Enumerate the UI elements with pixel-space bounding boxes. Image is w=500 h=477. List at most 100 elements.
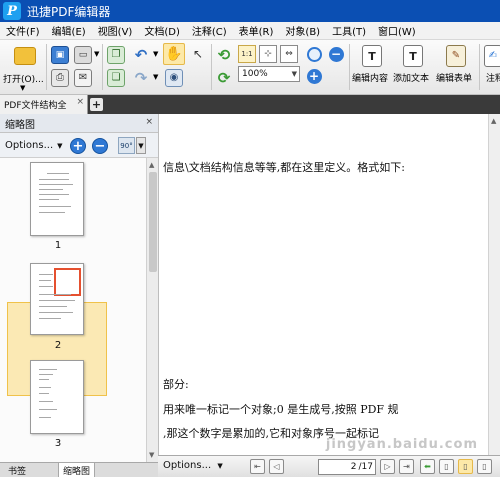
rotate-page-button[interactable]: 90° (118, 137, 135, 154)
open-button[interactable]: 打开(O)... ▼ (3, 44, 44, 92)
zoom-select[interactable]: 100% ▼ (238, 66, 300, 82)
document-scrollbar[interactable]: ▲ (488, 114, 500, 455)
menu-window[interactable]: 窗口(W) (372, 23, 422, 38)
menu-tools[interactable]: 工具(T) (326, 23, 372, 38)
cursor-select-icon: ↖ (192, 47, 204, 61)
go-back-button[interactable]: ⬅ (420, 459, 435, 474)
menu-object[interactable]: 对象(B) (279, 23, 326, 38)
annotate-icon: ✍ (484, 45, 500, 67)
actual-size-button[interactable]: 1:1 (238, 45, 256, 63)
camera-icon: ◉ (165, 69, 183, 87)
text-line (39, 393, 49, 394)
tab-document[interactable]: PDF文件结构全 × (0, 95, 88, 114)
thumbnail-scrollbar[interactable]: ▲ ▼ (146, 158, 158, 462)
text-line (47, 173, 69, 174)
scrollbar-thumb[interactable] (149, 172, 157, 272)
last-page-button[interactable]: ⇥ (399, 459, 414, 474)
page-number: 2 (54, 340, 62, 351)
status-options-button[interactable]: Options... ▼ (163, 460, 223, 471)
tab-thumbnails[interactable]: 缩略图 (58, 463, 96, 477)
print-button[interactable]: ⎙ (50, 68, 70, 88)
text-line (39, 286, 53, 287)
thumbnail-options-button[interactable]: Options... ▼ (5, 137, 63, 154)
menu-comment[interactable]: 注释(C) (186, 23, 233, 38)
save-icon: ▣ (51, 46, 69, 64)
page-thumbnail[interactable] (30, 263, 84, 335)
zoom-out-button[interactable]: − (327, 45, 345, 63)
zoom-in-button[interactable]: + (305, 67, 323, 85)
tab-bookmarks[interactable]: 书签 (4, 463, 30, 477)
close-icon[interactable]: × (76, 97, 84, 107)
text-line (39, 206, 71, 207)
chevron-down-icon[interactable]: ▼ (136, 137, 146, 154)
text-line (39, 212, 65, 213)
facing-view-button[interactable]: ▯ (477, 459, 492, 474)
page-thumbnail[interactable] (30, 162, 84, 236)
text-line (39, 409, 57, 410)
menu-view[interactable]: 视图(V) (92, 23, 139, 38)
document-tab-strip: PDF文件结构全 × + (0, 95, 500, 114)
fit-page-button[interactable]: ⊹ (259, 45, 277, 63)
save-button[interactable]: ▣ (50, 45, 70, 65)
single-page-view-button[interactable]: ▯ (439, 459, 454, 474)
document-view[interactable]: 信息\文档结构信息等等,都在这里定义。格式如下: 部分: 用来唯一标记一个对象;… (158, 114, 488, 455)
undo-icon: ↶ (134, 45, 148, 64)
next-page-button[interactable]: ▷ (380, 459, 395, 474)
edit-content-button[interactable]: T 编辑内容 (352, 43, 392, 91)
select-tool-button[interactable]: ↖ (187, 44, 209, 64)
paste-icon: ❏ (107, 69, 125, 87)
edit-content-icon: T (362, 45, 382, 67)
menu-file[interactable]: 文件(F) (0, 23, 46, 38)
scroll-up-icon[interactable]: ▲ (491, 117, 496, 125)
copy-button[interactable]: ❐ (106, 45, 126, 65)
reduce-thumbnails-button[interactable]: − (92, 138, 108, 154)
rotate-right-icon: ⟳ (217, 68, 231, 87)
scan-button[interactable]: ▭ (73, 45, 93, 65)
edit-content-label: 编辑内容 (352, 74, 389, 84)
text-line (39, 179, 69, 180)
hand-icon: ✋ (165, 46, 183, 62)
enlarge-thumbnails-button[interactable]: + (70, 138, 86, 154)
separator (46, 44, 47, 90)
rotate-right-button[interactable]: ⟳ (214, 68, 234, 88)
continuous-view-button[interactable]: ▯ (458, 459, 473, 474)
chevron-down-icon: ▼ (153, 50, 159, 58)
undo-button[interactable]: ↶ (130, 45, 152, 65)
status-options-label: Options... (163, 460, 212, 471)
menu-edit[interactable]: 编辑(E) (46, 23, 92, 38)
menu-document[interactable]: 文档(D) (138, 23, 186, 38)
first-page-button[interactable]: ⇤ (250, 459, 265, 474)
annotate-button[interactable]: ✍ 注释 (482, 43, 500, 91)
edit-form-button[interactable]: ✎ 编辑表单 (436, 43, 476, 91)
zoom-tool-button[interactable] (305, 45, 323, 63)
page-thumbnail[interactable] (30, 360, 84, 434)
scroll-down-icon[interactable]: ▼ (149, 451, 154, 459)
panel-toolbar: Options... ▼ + − 90° ▼ (0, 133, 158, 158)
menu-form[interactable]: 表单(R) (233, 23, 280, 38)
printer-icon: ⎙ (51, 69, 69, 87)
page-number-field[interactable]: 2 /17 (318, 459, 376, 475)
snapshot-button[interactable]: ◉ (163, 68, 185, 88)
scanner-icon: ▭ (74, 46, 92, 64)
close-icon[interactable]: × (145, 117, 153, 127)
new-tab-button[interactable]: + (90, 98, 103, 111)
fit-width-button[interactable]: ⇔ (280, 45, 298, 63)
edit-form-label: 编辑表单 (436, 74, 473, 84)
paste-button[interactable]: ❏ (106, 68, 126, 88)
text-line (39, 306, 67, 307)
rotate-left-icon: ⟲ (217, 45, 231, 64)
email-button[interactable]: ✉ (73, 68, 93, 88)
rotate-left-button[interactable]: ⟲ (214, 45, 234, 65)
edit-form-icon: ✎ (446, 45, 466, 67)
add-text-label: 添加文本 (393, 74, 430, 84)
scroll-up-icon[interactable]: ▲ (149, 161, 154, 169)
document-text-line: 用来唯一标记一个对象;0 是生成号,按照 PDF 规 (163, 403, 399, 416)
previous-page-button[interactable]: ◁ (269, 459, 284, 474)
redo-button[interactable]: ↷ (130, 68, 152, 88)
hand-tool-button[interactable]: ✋ (163, 43, 185, 65)
visible-area-box[interactable] (54, 268, 81, 296)
chevron-down-icon: ▼ (217, 462, 223, 470)
tab-document-label: PDF文件结构全 (4, 101, 67, 111)
add-text-button[interactable]: T 添加文本 (393, 43, 433, 91)
minus-icon: − (328, 46, 344, 62)
